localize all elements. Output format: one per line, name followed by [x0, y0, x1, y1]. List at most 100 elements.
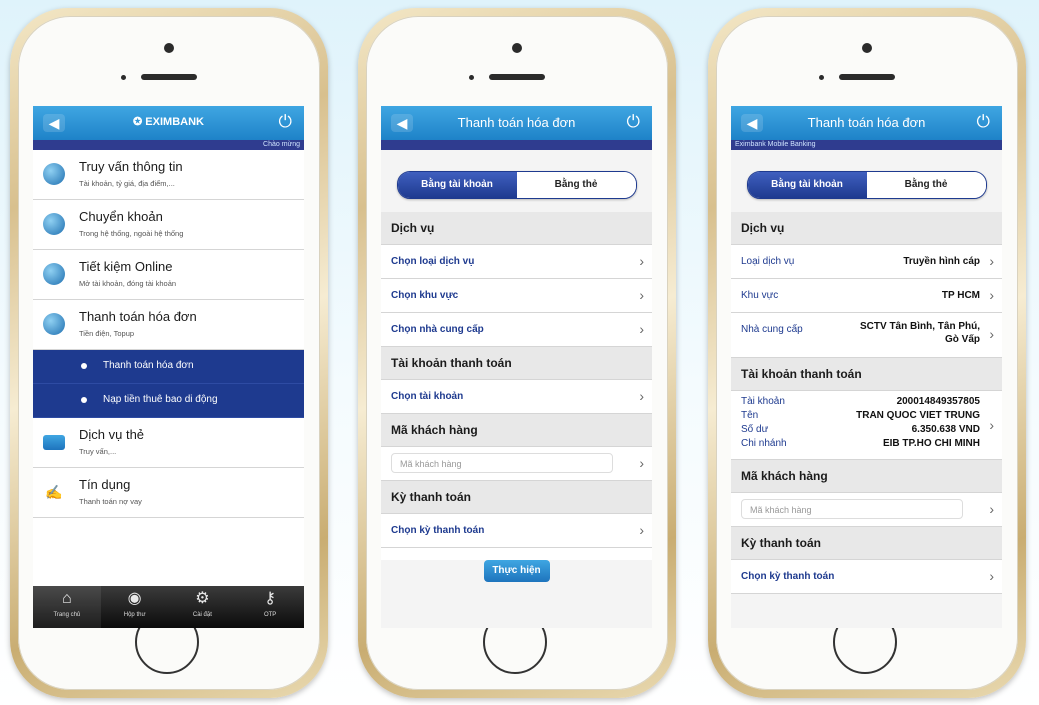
account-line: Chi nhánh EIB TP.HO CHI MINH [741, 438, 980, 452]
chevron-right-icon: › [989, 253, 994, 269]
submenu-label: Thanh toán hóa đơn [103, 360, 194, 371]
menu-title: Tiết kiệm Online [79, 259, 173, 274]
app-name: Eximbank Mobile Banking [735, 141, 816, 148]
tab-home[interactable]: ⌂ Trang chủ [33, 586, 101, 628]
bullet-icon [81, 397, 87, 403]
sub-bar: Eximbank Mobile Banking [731, 140, 1002, 150]
tab-settings[interactable]: ⚙ Cài đặt [169, 586, 237, 628]
row-label: Chọn kỳ thanh toán [741, 571, 835, 582]
bill-icon [43, 313, 65, 335]
tab-by-account[interactable]: Bằng tài khoản [397, 172, 517, 198]
menu-title: Truy vấn thông tin [79, 159, 183, 174]
menu-title: Chuyển khoản [79, 209, 163, 224]
chevron-right-icon: › [639, 253, 644, 269]
chevron-right-icon: › [989, 417, 994, 433]
tab-by-card[interactable]: Bằng thẻ [866, 172, 986, 198]
customer-code-input[interactable]: Mã khách hàng [741, 499, 963, 519]
submenu-bill-payment[interactable]: Thanh toán hóa đơn [33, 350, 304, 384]
phone-2-screen: ◀ Thanh toán hóa đơn ⏻ Bằng tài khoản Bằ… [381, 106, 652, 628]
menu-item-info[interactable]: Truy vấn thông tin Tài khoản, tỷ giá, đị… [33, 150, 304, 200]
page-title: Thanh toán hóa đơn [457, 115, 576, 130]
segment-wrap: Bằng tài khoản Bằng thẻ [731, 150, 1002, 212]
section-service: Dịch vụ [731, 212, 1002, 245]
tab-label: Trang chủ [53, 612, 81, 618]
row-label: Chọn khu vực [391, 290, 459, 301]
account-line: Tên TRAN QUOC VIET TRUNG [741, 410, 980, 424]
menu-subtitle: Trong hệ thống, ngoài hệ thống [79, 229, 184, 238]
tab-otp[interactable]: ⚷ OTP [236, 586, 304, 628]
customer-code-input[interactable]: Mã khách hàng [391, 453, 613, 473]
row-label: Nhà cung cấp [741, 324, 803, 335]
menu-subtitle: Thanh toán nợ vay [79, 497, 142, 506]
camera-icon [164, 43, 174, 53]
card-icon [43, 435, 65, 450]
service-type-row[interactable]: Loại dịch vụ Truyền hình cáp › [731, 245, 1002, 279]
menu-title: Tín dụng [79, 477, 131, 492]
chevron-right-icon: › [639, 455, 644, 471]
menu-item-savings[interactable]: Tiết kiệm Online Mở tài khoản, đóng tài … [33, 250, 304, 300]
section-customer-code: Mã khách hàng [381, 414, 652, 447]
area-row[interactable]: Khu vực TP HCM › [731, 279, 1002, 313]
chevron-right-icon: › [989, 568, 994, 584]
speaker-grille [489, 74, 545, 80]
welcome-text: Chào mừng [263, 141, 300, 148]
tab-inbox[interactable]: ◉ Hộp thư [101, 586, 169, 628]
row-label: Chọn kỳ thanh toán [391, 525, 485, 536]
row-value: Truyền hình cáp [903, 256, 980, 267]
info-icon [43, 163, 65, 185]
chevron-right-icon: › [989, 326, 994, 342]
page-title: Thanh toán hóa đơn [807, 115, 926, 130]
tab-label: Hộp thư [123, 612, 146, 618]
account-details[interactable]: Tài khoản 200014849357805 Tên TRAN QUOC … [731, 391, 1002, 460]
sub-bar [381, 140, 652, 150]
submenu-label: Nạp tiền thuê bao di động [103, 394, 218, 405]
select-period[interactable]: Chọn kỳ thanh toán › [381, 514, 652, 548]
menu-item-transfer[interactable]: Chuyển khoản Trong hệ thống, ngoài hệ th… [33, 200, 304, 250]
brand-logo: ✪ EXIMBANK [33, 115, 304, 128]
transfer-icon [43, 213, 65, 235]
section-service: Dịch vụ [381, 212, 652, 245]
row-value: SCTV Tân Bình, Tân Phú, Gò Vấp [860, 321, 980, 345]
speaker-grille [141, 74, 197, 80]
credit-icon: ✍ [45, 484, 63, 500]
account-label: Tài khoản [741, 396, 785, 407]
submit-button[interactable]: Thực hiện [483, 560, 550, 582]
provider-row[interactable]: Nhà cung cấp SCTV Tân Bình, Tân Phú, Gò … [731, 313, 1002, 358]
sensor-dot [819, 75, 824, 80]
menu-item-credit[interactable]: ✍ Tín dụng Thanh toán nợ vay [33, 468, 304, 518]
menu-title: Thanh toán hóa đơn [79, 309, 197, 324]
payment-method-toggle: Bằng tài khoản Bằng thẻ [396, 171, 637, 199]
menu-item-card-services[interactable]: Dịch vụ thẻ Truy vấn,... [33, 418, 304, 468]
inbox-icon: ◉ [127, 590, 142, 607]
select-provider[interactable]: Chọn nhà cung cấp › [381, 313, 652, 347]
header-bar: ◀ Thanh toán hóa đơn ⏻ [731, 106, 1002, 140]
menu-item-bill-payment[interactable]: Thanh toán hóa đơn Tiền điện, Topup [33, 300, 304, 350]
select-area[interactable]: Chọn khu vực › [381, 279, 652, 313]
menu-subtitle: Mở tài khoản, đóng tài khoản [79, 279, 177, 288]
menu-subtitle: Tiền điện, Topup [79, 329, 135, 338]
power-icon[interactable]: ⏻ [279, 112, 292, 132]
account-value: 6.350.638 VND [911, 424, 980, 435]
phone-3-screen: ◀ Thanh toán hóa đơn ⏻ Eximbank Mobile B… [731, 106, 1002, 628]
select-service-type[interactable]: Chọn loại dịch vụ › [381, 245, 652, 279]
header-bar: ◀ Thanh toán hóa đơn ⏻ [381, 106, 652, 140]
select-account[interactable]: Chọn tài khoản › [381, 380, 652, 414]
select-period[interactable]: Chọn kỳ thanh toán › [731, 560, 1002, 594]
camera-icon [512, 43, 522, 53]
brand-name: EXIMBANK [145, 116, 204, 128]
power-icon[interactable]: ⏻ [977, 112, 990, 132]
tab-label: OTP [263, 612, 277, 618]
chevron-right-icon: › [639, 321, 644, 337]
tab-by-account[interactable]: Bằng tài khoản [747, 172, 867, 198]
section-payment-account: Tài khoản thanh toán [731, 358, 1002, 391]
tab-by-card[interactable]: Bằng thẻ [516, 172, 636, 198]
submenu-mobile-topup[interactable]: Nạp tiền thuê bao di động [33, 384, 304, 418]
bullet-icon [81, 363, 87, 369]
camera-icon [862, 43, 872, 53]
account-label: Chi nhánh [741, 438, 787, 449]
customer-code-row: Mã khách hàng › [731, 493, 1002, 527]
phone-3: ◀ Thanh toán hóa đơn ⏻ Eximbank Mobile B… [708, 8, 1026, 698]
power-icon[interactable]: ⏻ [627, 112, 640, 132]
sensor-dot [469, 75, 474, 80]
welcome-bar: Chào mừng [33, 140, 304, 150]
